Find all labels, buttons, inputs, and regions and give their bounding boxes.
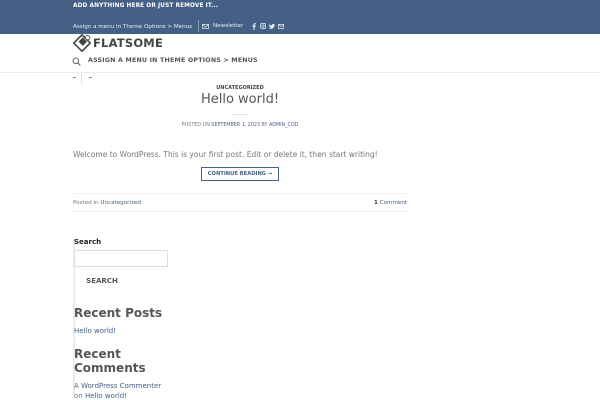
main-nav-menu[interactable]: ASSIGN A MENU IN THEME OPTIONS > MENUS bbox=[88, 57, 258, 64]
posted-in-category-link[interactable]: Uncategorized bbox=[100, 200, 141, 206]
search-icon bbox=[72, 57, 81, 66]
search-widget-label: Search bbox=[74, 238, 102, 246]
comments-link[interactable]: 1 Comment bbox=[374, 200, 407, 206]
comments-label: Comment bbox=[379, 200, 408, 206]
flatsome-logo-icon bbox=[73, 34, 91, 52]
promo-text: ADD ANYTHING HERE OR JUST REMOVE IT... bbox=[73, 3, 218, 9]
post-footer-divider-bottom bbox=[73, 211, 407, 212]
recent-post-link[interactable]: Hello world! bbox=[74, 327, 116, 335]
comment-on-label: on bbox=[74, 392, 83, 400]
posted-in: Posted in Uncategorized bbox=[73, 200, 141, 206]
recent-posts-title: Recent Posts bbox=[74, 306, 163, 320]
post-excerpt: Welcome to WordPress. This is your first… bbox=[73, 150, 378, 159]
comments-count: 1 bbox=[374, 200, 378, 206]
newsletter-label: Newsletter bbox=[213, 23, 244, 29]
envelope-icon bbox=[202, 23, 209, 29]
search-submit-button[interactable]: SEARCH bbox=[74, 274, 130, 288]
social-icons bbox=[251, 22, 284, 30]
instagram-icon[interactable] bbox=[260, 22, 266, 30]
twitter-icon[interactable] bbox=[269, 22, 275, 30]
vertical-divider bbox=[81, 74, 82, 84]
meta-by: BY bbox=[261, 123, 268, 128]
comment-on: on Hello world! bbox=[74, 392, 127, 400]
recent-comments-title: Recent Comments bbox=[74, 347, 146, 375]
commenter-link[interactable]: A WordPress Commenter bbox=[74, 382, 161, 390]
post-date-link[interactable]: SEPTEMBER 1, 2023 bbox=[211, 123, 260, 128]
email-icon[interactable] bbox=[278, 22, 284, 30]
dash-right bbox=[89, 77, 92, 78]
header-search-button[interactable] bbox=[72, 57, 81, 66]
top-divider bbox=[198, 20, 199, 32]
header-divider bbox=[0, 72, 600, 73]
top-bar: ADD ANYTHING HERE OR JUST REMOVE IT... A… bbox=[0, 0, 600, 34]
post-meta: POSTED ON SEPTEMBER 1, 2023 BY ADMIN_COD bbox=[0, 123, 480, 128]
posted-in-label: Posted in bbox=[73, 200, 99, 206]
post-author-link[interactable]: ADMIN_COD bbox=[269, 123, 298, 128]
title-divider bbox=[233, 114, 247, 115]
dash-left bbox=[73, 77, 76, 78]
meta-prefix: POSTED ON bbox=[181, 123, 210, 128]
post-title[interactable]: Hello world! bbox=[0, 92, 480, 107]
comment-post-link[interactable]: Hello world! bbox=[85, 392, 127, 400]
continue-reading-button[interactable]: CONTINUE READING → bbox=[201, 167, 279, 181]
post-footer-divider-top bbox=[73, 193, 407, 194]
site-logo[interactable]: FLATSOME bbox=[73, 34, 163, 52]
top-menu-link[interactable]: Assign a menu in Theme Options > Menus bbox=[73, 24, 192, 30]
search-input[interactable] bbox=[74, 250, 168, 267]
logo-text: FLATSOME bbox=[93, 36, 163, 50]
newsletter-link[interactable]: Newsletter bbox=[202, 23, 243, 29]
facebook-icon[interactable] bbox=[251, 22, 257, 30]
post-category[interactable]: UNCATEGORIZED bbox=[0, 85, 480, 91]
